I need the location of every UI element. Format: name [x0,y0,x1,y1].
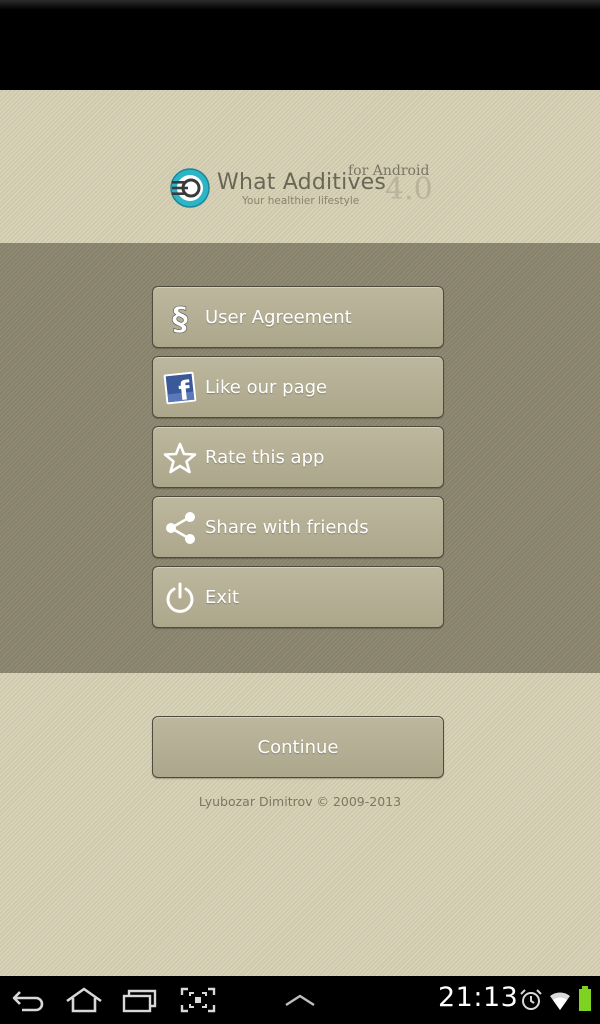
wifi-icon [550,992,570,1010]
like-page-label: Like our page [205,377,328,398]
copyright-text: Lyubozar Dimitrov © 2009-2013 [198,794,402,809]
alarm-icon [520,989,542,1010]
app-logo: What Additives Your healthier lifestyle … [170,158,440,214]
screenshot-icon[interactable] [178,986,218,1014]
continue-button[interactable]: Continue [152,716,444,778]
exit-button[interactable]: Exit [152,566,444,628]
chevron-up-icon[interactable] [280,986,320,1014]
user-agreement-button[interactable]: § User Agreement [152,286,444,348]
rate-app-label: Rate this app [205,447,325,468]
logo-platform: for Android [348,163,430,179]
back-icon[interactable] [8,986,48,1014]
battery-icon [579,986,591,1011]
share-label: Share with friends [205,517,369,538]
header-area: What Additives Your healthier lifestyle … [0,90,600,243]
status-clock: 21:13 [438,982,519,1013]
section-sign-icon: § [172,301,189,335]
like-page-button[interactable]: f Like our page [152,356,444,418]
logo-tagline: Your healthier lifestyle [242,195,360,207]
facebook-icon: f [163,371,197,405]
user-agreement-label: User Agreement [205,307,352,328]
continue-label: Continue [257,737,339,758]
logo-fork-icon [170,168,210,208]
svg-text:§: § [172,301,188,335]
power-icon [166,582,194,613]
share-button[interactable]: Share with friends [152,496,444,558]
system-navigation-bar: 21:13 [0,976,600,1024]
rate-app-button[interactable]: Rate this app [152,426,444,488]
home-icon[interactable] [64,986,104,1014]
exit-label: Exit [205,587,240,608]
star-outline-icon [163,442,197,474]
recent-apps-icon[interactable] [120,986,160,1014]
share-icon [166,512,195,544]
top-black-bar [0,0,600,90]
